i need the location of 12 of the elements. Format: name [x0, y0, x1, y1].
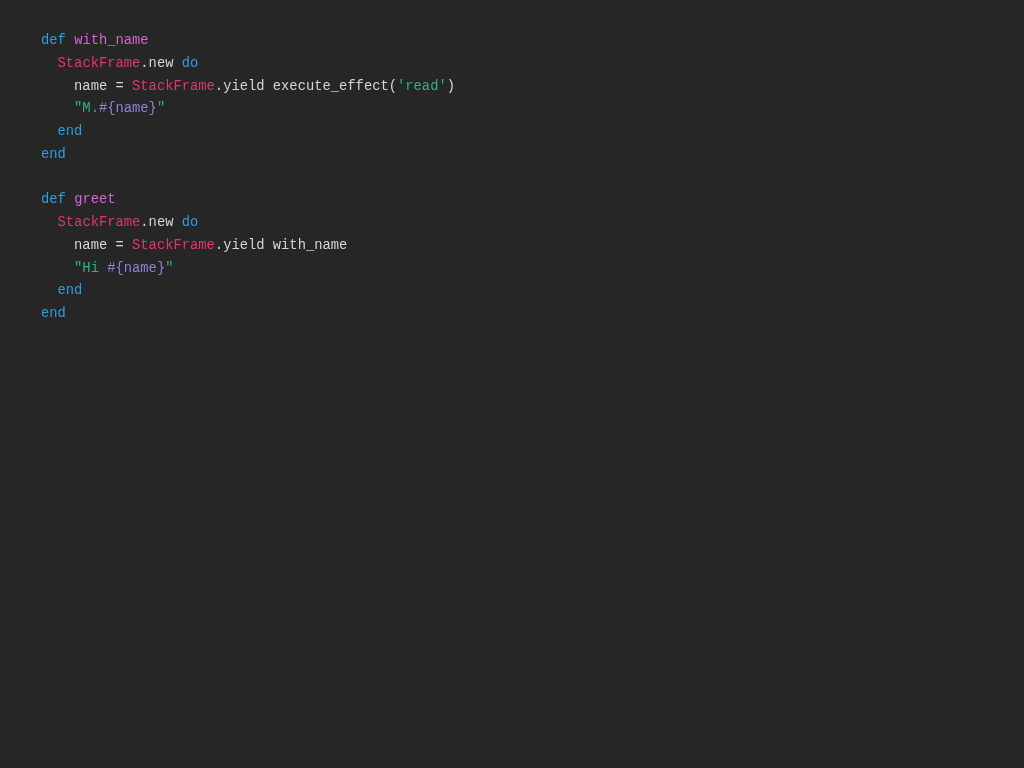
- code-line: end: [41, 305, 66, 323]
- code-line: name = StackFrame.yield execute_effect('read'): [74, 77, 455, 96]
- code-line: end: [57, 123, 83, 141]
- code-line: def greet: [41, 191, 116, 210]
- code-line: name = StackFrame.yield with_name: [74, 236, 348, 255]
- code-line: "M.#{name}": [74, 100, 166, 119]
- code-line: end: [57, 282, 83, 301]
- code-line: end: [41, 145, 66, 164]
- code-line: StackFrame.new do: [57, 214, 199, 232]
- code-line: def with_name: [41, 32, 149, 50]
- code-line: StackFrame.new do: [57, 54, 199, 73]
- code-line: "Hi #{name}": [74, 259, 174, 278]
